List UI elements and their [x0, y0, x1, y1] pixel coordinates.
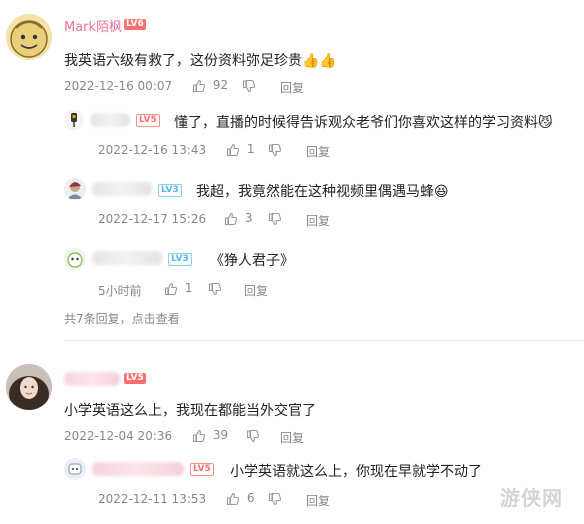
level-badge: LV5 — [124, 373, 146, 384]
reply-text: 小学英语就这么上，你现在早就学不动了 — [230, 464, 482, 480]
reply-date: 2022-12-16 13:43 — [98, 143, 207, 157]
laughing-emoji: 😆 — [434, 184, 449, 200]
like-button[interactable]: 6 — [226, 491, 254, 506]
comment-text-body: 我英语六级有救了，这份资料弥足珍贵 — [64, 53, 302, 69]
like-count: 1 — [246, 142, 255, 156]
avatar-image — [10, 20, 48, 58]
reply-text-body: 我超，我竟然能在这种视频里偶遇马蜂 — [196, 184, 434, 200]
like-button[interactable]: 92 — [192, 78, 228, 93]
thumbs-down-icon — [268, 492, 282, 506]
thumbs-up-icon — [192, 429, 206, 442]
avatar[interactable] — [64, 248, 86, 270]
thumbs-up-icon — [164, 282, 178, 295]
thumbs-down-icon — [268, 143, 282, 157]
cat-emoji: 😼 — [538, 115, 553, 131]
like-count: 6 — [246, 491, 255, 505]
reply-date: 5小时前 — [98, 284, 142, 298]
reply-button[interactable]: 回复 — [244, 282, 268, 299]
thumbs-down-icon — [208, 282, 222, 296]
avatar-image — [67, 182, 83, 199]
reply-button[interactable]: 回复 — [280, 429, 304, 446]
comment-text: 我英语六级有救了，这份资料弥足珍贵👍👍 — [64, 50, 337, 70]
avatar[interactable] — [64, 178, 86, 200]
blurred-username — [92, 182, 152, 196]
like-button[interactable]: 39 — [192, 428, 228, 443]
reply-text-body: 懂了，直播的时候得告诉观众老爷们你喜欢这样的学习资料 — [174, 115, 538, 131]
like-count: 92 — [212, 78, 229, 92]
blurred-username — [92, 251, 162, 265]
thumbs-up-icon — [224, 212, 238, 225]
thumbs-up-icon — [226, 492, 240, 505]
level-badge: LV3 — [168, 253, 192, 266]
comment-date: 2022-12-04 20:36 — [64, 429, 173, 443]
like-count: 39 — [212, 428, 229, 442]
blurred-username — [92, 462, 184, 476]
thumbs-up-icon — [226, 143, 240, 156]
thumbs-down-icon — [246, 429, 260, 443]
reply-button[interactable]: 回复 — [306, 143, 330, 160]
like-count: 1 — [184, 281, 193, 295]
reply-date: 2022-12-11 13:53 — [98, 492, 207, 506]
comment-text: 小学英语这么上，我现在都能当外交官了 — [64, 403, 316, 419]
level-badge: LV6 — [124, 19, 146, 30]
dislike-button[interactable] — [208, 281, 222, 300]
dislike-button[interactable] — [268, 211, 282, 230]
username[interactable]: Mark陌枫 — [64, 16, 122, 35]
dislike-button[interactable] — [242, 78, 256, 97]
avatar[interactable] — [6, 364, 52, 410]
avatar-image — [67, 252, 83, 268]
level-badge: LV3 — [158, 184, 182, 197]
avatar-image — [68, 463, 82, 475]
divider — [64, 340, 584, 341]
reply-text: 我超，我竟然能在这种视频里偶遇马蜂😆 — [196, 181, 449, 201]
avatar[interactable] — [6, 14, 52, 60]
blurred-username — [90, 113, 130, 127]
level-badge: LV5 — [136, 114, 160, 127]
like-count: 3 — [244, 211, 253, 225]
reply-button[interactable]: 回复 — [306, 212, 330, 229]
thumbs-down-icon — [268, 212, 282, 226]
dislike-button[interactable] — [268, 491, 282, 510]
level-badge: LV5 — [190, 463, 214, 476]
like-button[interactable]: 1 — [226, 142, 254, 157]
like-button[interactable]: 1 — [164, 281, 192, 296]
avatar[interactable] — [64, 458, 86, 480]
reply-date: 2022-12-17 15:26 — [98, 212, 207, 226]
thumbs-down-icon — [242, 79, 256, 93]
watermark: 游侠网 — [500, 486, 563, 510]
avatar-image — [71, 113, 77, 127]
avatar-image — [6, 364, 52, 410]
comment-date: 2022-12-16 00:07 — [64, 79, 173, 93]
reply-button[interactable]: 回复 — [280, 79, 304, 96]
thumbs-up-emoji: 👍👍 — [302, 53, 337, 69]
reply-text: 《狰人君子》 — [210, 253, 294, 269]
reply-text: 懂了，直播的时候得告诉观众老爷们你喜欢这样的学习资料😼 — [174, 112, 553, 132]
blurred-username — [64, 372, 120, 386]
like-button[interactable]: 3 — [224, 211, 252, 226]
view-more-replies-link[interactable]: 共7条回复，点击查看 — [64, 310, 180, 327]
avatar[interactable] — [64, 110, 84, 130]
thumbs-up-icon — [192, 79, 206, 92]
dislike-button[interactable] — [246, 428, 260, 447]
dislike-button[interactable] — [268, 142, 282, 161]
reply-button[interactable]: 回复 — [306, 492, 330, 509]
